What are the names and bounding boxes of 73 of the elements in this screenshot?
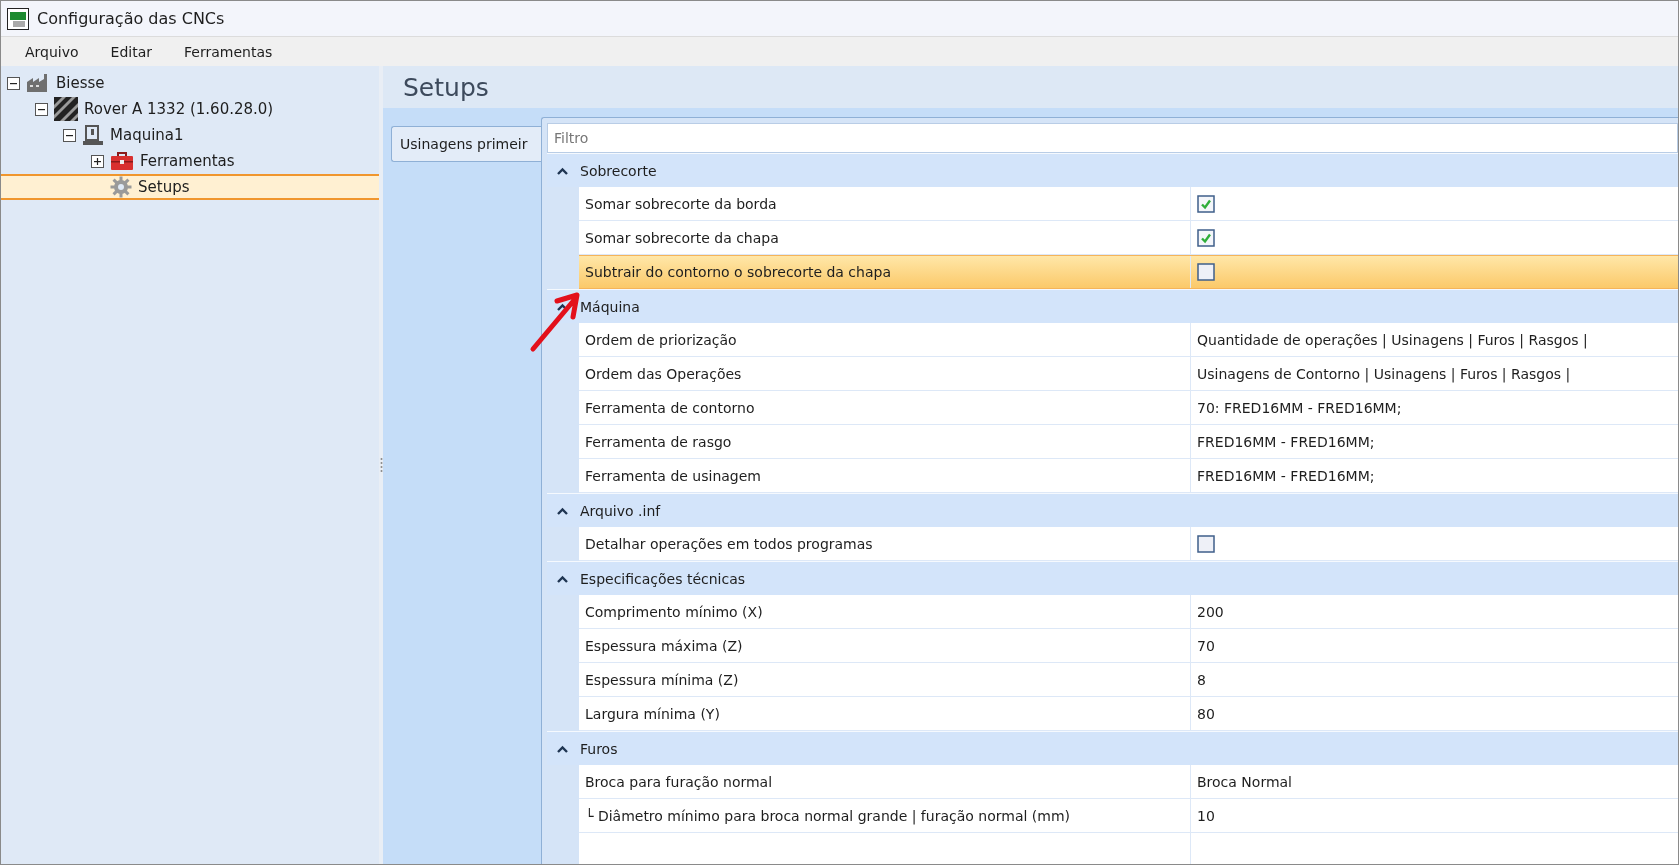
menu-item[interactable]: Ferramentas [168, 43, 289, 60]
property-label: Somar sobrecorte da borda [585, 195, 777, 212]
property-value[interactable]: 8 [1197, 671, 1206, 688]
property-row[interactable]: └ Diâmetro mínimo para broca normal grande | furação normal (mm) 10 [579, 799, 1678, 833]
property-value[interactable]: Quantidade de operações | Usinagens | Furos | Rasgos | [1197, 331, 1588, 348]
property-label: Somar sobrecorte da chapa [585, 229, 779, 246]
tree-item[interactable]: Setups [1, 174, 379, 200]
checkbox[interactable] [1197, 194, 1215, 213]
property-row[interactable]: Ferramenta de contorno 70: FRED16MM - FRED16MM; [579, 391, 1678, 425]
property-label: Ordem de priorização [585, 331, 737, 348]
property-value[interactable]: Broca Normal [1197, 773, 1292, 790]
window-title: Configuração das CNCs [37, 9, 225, 28]
property-value[interactable]: 10 [1197, 807, 1215, 824]
toolbox-icon [110, 151, 134, 171]
property-value[interactable]: FRED16MM - FRED16MM; [1197, 433, 1375, 450]
collapse-icon[interactable] [63, 128, 76, 142]
property-label: Ferramenta de rasgo [585, 433, 732, 450]
property-label: Ferramenta de usinagem [585, 467, 761, 484]
menu-item[interactable]: Arquivo [9, 43, 95, 60]
property-value[interactable]: 200 [1197, 603, 1224, 620]
property-value[interactable]: 80 [1197, 705, 1215, 722]
property-label: └ Diâmetro mínimo para broca normal grande | furação normal (mm) [585, 807, 1070, 824]
expand-icon[interactable] [91, 154, 104, 168]
property-row[interactable]: Ferramenta de rasgo FRED16MM - FRED16MM; [579, 425, 1678, 459]
tab[interactable]: Usinagens primeir [391, 126, 541, 162]
property-row[interactable]: Broca para furação normal Broca Normal [579, 765, 1678, 799]
property-value[interactable]: Usinagens de Contorno | Usinagens | Furos | Rasgos | [1197, 365, 1571, 382]
property-row[interactable]: Espessura máxima (Z) 70 [579, 629, 1678, 663]
chevron-up-icon[interactable] [557, 506, 568, 515]
splitter-grip-icon[interactable] [379, 458, 383, 472]
property-value[interactable]: 70 [1197, 637, 1215, 654]
page-title: Setups [403, 72, 489, 102]
property-row[interactable]: Subtrair do contorno o sobrecorte da chapa [579, 255, 1678, 289]
property-label: Comprimento mínimo (X) [585, 603, 763, 620]
property-value[interactable]: 70: FRED16MM - FRED16MM; [1197, 399, 1402, 416]
gear-icon [110, 176, 132, 198]
property-row[interactable]: Espessura mínima (Z) 8 [579, 663, 1678, 697]
chevron-up-icon[interactable] [557, 302, 568, 311]
checkbox[interactable] [1197, 228, 1215, 247]
property-label: Espessura mínima (Z) [585, 671, 739, 688]
property-row[interactable]: Ordem de priorização Quantidade de operações | Usinagens | Furos | Rasgos | [579, 323, 1678, 357]
menu-item[interactable]: Editar [94, 43, 169, 60]
property-label: Largura mínima (Y) [585, 705, 720, 722]
tree-item[interactable]: Maquina1 [1, 122, 379, 148]
property-row[interactable]: Comprimento mínimo (X) 200 [579, 595, 1678, 629]
tree-item[interactable]: Ferramentas [1, 148, 379, 174]
property-row[interactable]: Largura mínima (Y) 80 [579, 697, 1678, 731]
property-row[interactable]: Somar sobrecorte da chapa [579, 221, 1678, 255]
tree-item[interactable]: Biesse [1, 70, 379, 96]
property-row[interactable]: Detalhar operações em todos programas [579, 527, 1678, 561]
property-row[interactable]: Somar sobrecorte da borda [579, 187, 1678, 221]
property-value[interactable]: FRED16MM - FRED16MM; [1197, 467, 1375, 484]
property-label: Espessura máxima (Z) [585, 637, 743, 654]
chevron-up-icon[interactable] [557, 574, 568, 583]
checkbox[interactable] [1197, 534, 1215, 553]
factory-icon [26, 73, 50, 93]
chevron-up-icon[interactable] [557, 744, 568, 753]
collapse-icon[interactable] [35, 102, 48, 116]
property-row[interactable]: Ferramenta de usinagem FRED16MM - FRED16MM; [579, 459, 1678, 493]
striped-machine-icon [54, 97, 78, 121]
property-label: Subtrair do contorno o sobrecorte da chapa [585, 264, 891, 280]
property-label: Broca para furação normal [585, 773, 773, 790]
machine-icon [82, 124, 104, 146]
property-label: Ordem das Operações [585, 365, 742, 382]
app-logo-icon [7, 7, 29, 30]
property-label: Ferramenta de contorno [585, 399, 755, 416]
collapse-icon[interactable] [7, 76, 20, 90]
checkbox[interactable] [1197, 263, 1215, 281]
property-row[interactable]: Ordem das Operações Usinagens de Contorno | Usinagens | Furos | Rasgos | [579, 357, 1678, 391]
property-label: Detalhar operações em todos programas [585, 535, 873, 552]
filter-field[interactable]: Filtro [547, 123, 1678, 153]
chevron-up-icon[interactable] [557, 166, 568, 175]
tree-item[interactable]: Rover A 1332 (1.60.28.0) [1, 96, 379, 122]
